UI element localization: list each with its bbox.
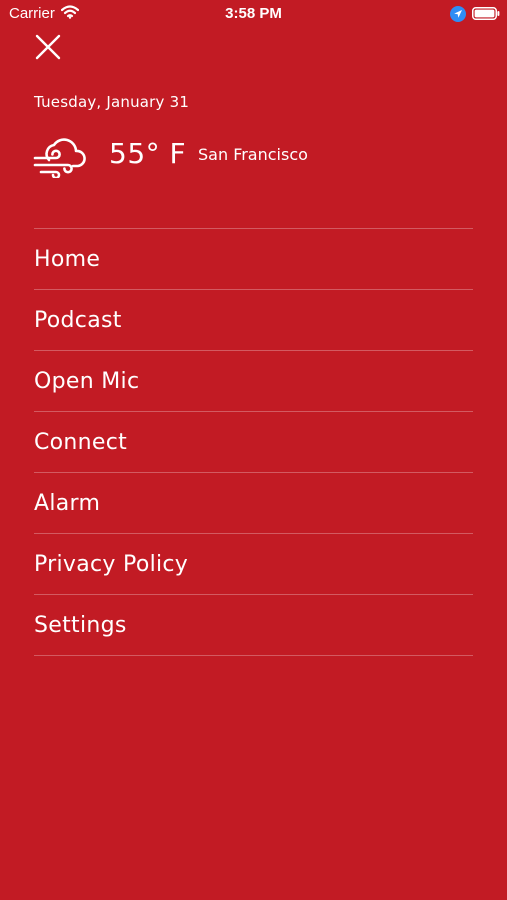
menu-item-connect[interactable]: Connect xyxy=(34,412,473,472)
menu-item-privacy-policy[interactable]: Privacy Policy xyxy=(34,534,473,594)
temperature: 55° F xyxy=(109,137,187,170)
side-menu: Home Podcast Open Mic Connect Alarm Priv… xyxy=(34,228,473,656)
menu-item-home[interactable]: Home xyxy=(34,229,473,289)
menu-item-alarm[interactable]: Alarm xyxy=(34,473,473,533)
status-time: 3:58 PM xyxy=(225,5,282,22)
city-name: San Francisco xyxy=(198,145,308,164)
menu-divider xyxy=(34,655,473,656)
battery-icon xyxy=(472,7,500,20)
location-icon xyxy=(450,6,466,22)
wind-cloud-icon xyxy=(33,138,86,178)
menu-item-podcast[interactable]: Podcast xyxy=(34,290,473,350)
menu-item-settings[interactable]: Settings xyxy=(34,595,473,655)
menu-item-open-mic[interactable]: Open Mic xyxy=(34,351,473,411)
status-bar: Carrier 3:58 PM xyxy=(0,0,507,28)
close-button[interactable] xyxy=(33,32,63,62)
current-date: Tuesday, January 31 xyxy=(34,93,190,111)
